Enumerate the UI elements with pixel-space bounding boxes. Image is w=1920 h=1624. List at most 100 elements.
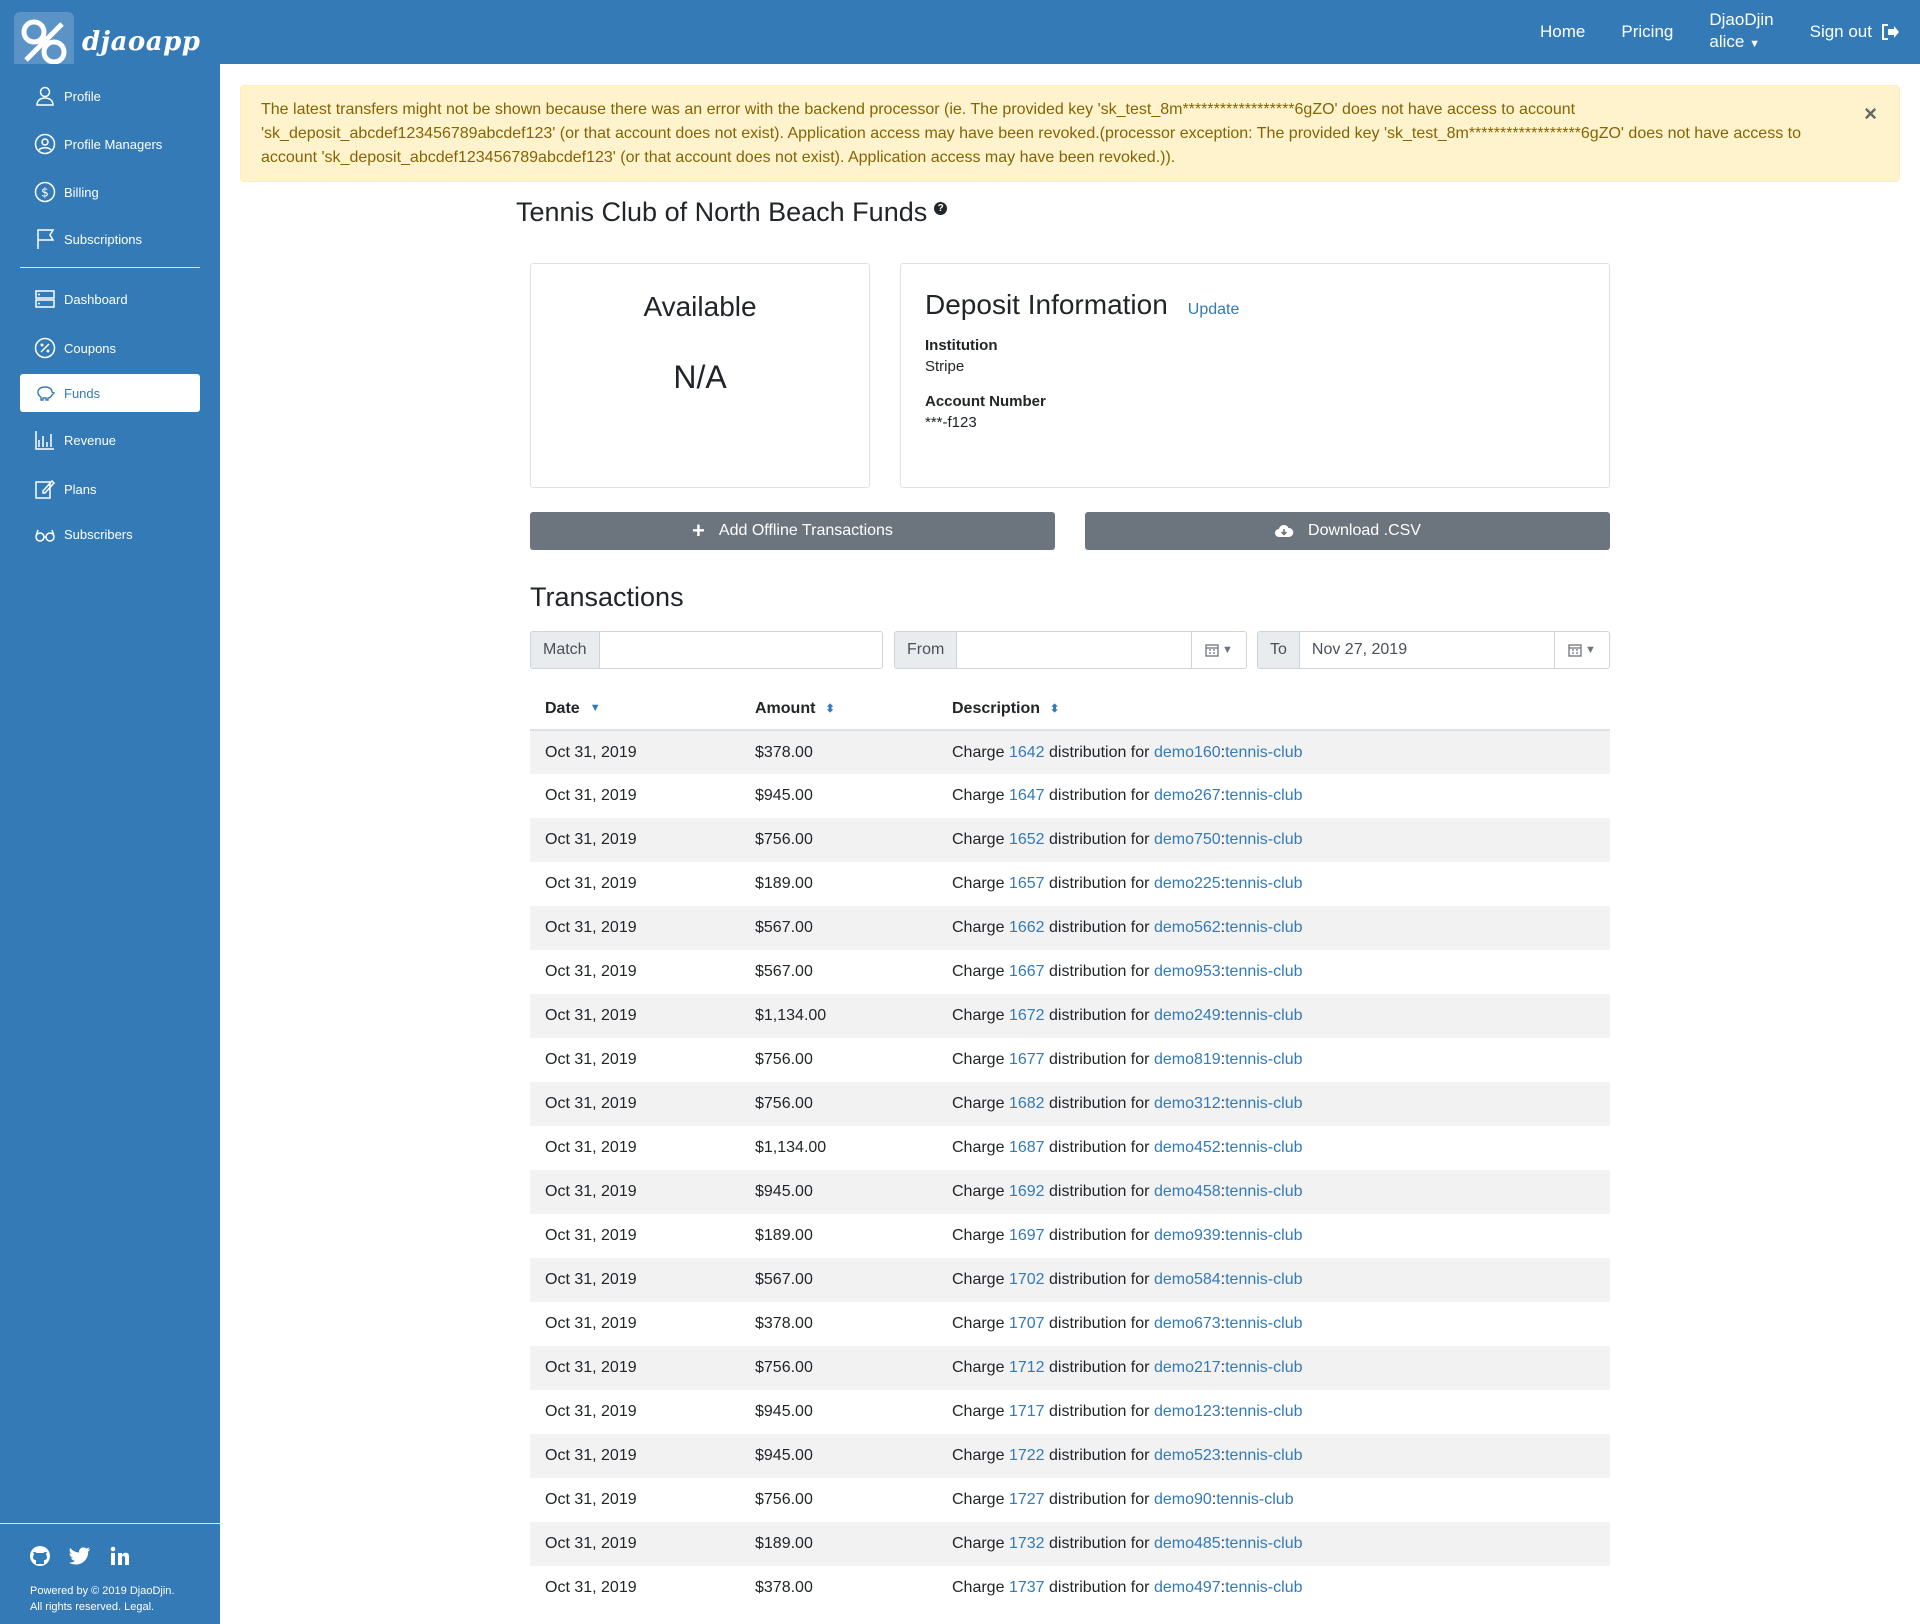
desc-prefix: Charge (952, 1579, 1005, 1596)
org-link[interactable]: tennis-club (1225, 744, 1302, 761)
question-circle-icon[interactable]: ? (934, 202, 948, 215)
org-link[interactable]: tennis-club (1225, 1095, 1302, 1112)
charge-link[interactable]: 1692 (1009, 1183, 1045, 1200)
to-calendar-button[interactable]: ▼ (1554, 632, 1609, 668)
user-link[interactable]: demo458 (1154, 1183, 1221, 1200)
sign-out-link[interactable]: Sign out (1810, 22, 1900, 42)
user-menu[interactable]: DjaoDjin alice ▼ (1709, 9, 1773, 55)
linkedin-icon[interactable] (108, 1544, 132, 1568)
brand-logo[interactable]: djaoapp (14, 12, 200, 72)
close-icon[interactable]: × (1864, 102, 1877, 126)
org-link[interactable]: tennis-club (1225, 1315, 1302, 1332)
user-link[interactable]: demo584 (1154, 1271, 1221, 1288)
transaction-date: Oct 31, 2019 (545, 1315, 637, 1332)
charge-link[interactable]: 1687 (1009, 1139, 1045, 1156)
org-link[interactable]: tennis-club (1216, 1491, 1293, 1508)
description-column-header[interactable]: Description ⬍ (937, 688, 1610, 731)
twitter-icon[interactable] (68, 1544, 92, 1568)
date-column-header[interactable]: Date ▼ (530, 688, 740, 731)
from-calendar-button[interactable]: ▼ (1191, 632, 1246, 668)
org-link[interactable]: tennis-club (1225, 919, 1302, 936)
org-link[interactable]: tennis-club (1225, 1183, 1302, 1200)
sidebar-item-dashboard[interactable]: Dashboard (20, 280, 200, 318)
update-deposit-link[interactable]: Update (1188, 301, 1240, 319)
org-link[interactable]: tennis-club (1225, 831, 1302, 848)
charge-link[interactable]: 1712 (1009, 1359, 1045, 1376)
sidebar: Profile Profile Managers $ Billing Subsc… (0, 64, 220, 1624)
charge-link[interactable]: 1677 (1009, 1051, 1045, 1068)
table-row: Oct 31, 2019 $945.00 Charge 1722 distribut… (530, 1434, 1610, 1478)
org-link[interactable]: tennis-club (1225, 1139, 1302, 1156)
charge-link[interactable]: 1717 (1009, 1403, 1045, 1420)
user-link[interactable]: demo160 (1154, 744, 1221, 761)
org-link[interactable]: tennis-club (1225, 787, 1302, 804)
user-link[interactable]: demo90 (1154, 1491, 1212, 1508)
charge-link[interactable]: 1652 (1009, 831, 1045, 848)
user-link[interactable]: demo939 (1154, 1227, 1221, 1244)
org-link[interactable]: tennis-club (1225, 1579, 1302, 1596)
org-link[interactable]: tennis-club (1225, 1271, 1302, 1288)
transaction-description: Charge 1657 distribution for demo225:ten… (937, 862, 1610, 906)
charge-link[interactable]: 1737 (1009, 1579, 1045, 1596)
org-link[interactable]: tennis-club (1225, 963, 1302, 980)
sidebar-item-coupons[interactable]: Coupons (20, 329, 200, 367)
user-link[interactable]: demo267 (1154, 787, 1221, 804)
sidebar-item-subscriptions[interactable]: Subscriptions (20, 220, 200, 258)
charge-link[interactable]: 1732 (1009, 1535, 1045, 1552)
transaction-amount: $756.00 (740, 1082, 937, 1126)
to-date-input[interactable]: Nov 27, 2019 (1299, 632, 1554, 668)
sidebar-item-profile[interactable]: Profile (20, 77, 200, 115)
match-input[interactable] (599, 632, 882, 668)
charge-link[interactable]: 1642 (1009, 744, 1045, 761)
sidebar-item-profile-managers[interactable]: Profile Managers (20, 125, 200, 163)
charge-link[interactable]: 1657 (1009, 875, 1045, 892)
nav-pricing-link[interactable]: Pricing (1621, 22, 1673, 42)
sidebar-item-plans[interactable]: Plans (20, 470, 200, 508)
org-link[interactable]: tennis-club (1225, 1051, 1302, 1068)
user-link[interactable]: demo312 (1154, 1095, 1221, 1112)
user-link[interactable]: demo819 (1154, 1051, 1221, 1068)
user-link[interactable]: demo953 (1154, 963, 1221, 980)
charge-link[interactable]: 1667 (1009, 963, 1045, 980)
user-link[interactable]: demo225 (1154, 875, 1221, 892)
amount-column-header[interactable]: Amount ⬍ (740, 688, 937, 731)
from-date-input[interactable] (957, 632, 1191, 668)
charge-link[interactable]: 1722 (1009, 1447, 1045, 1464)
charge-link[interactable]: 1697 (1009, 1227, 1045, 1244)
download-csv-button[interactable]: Download .CSV (1085, 512, 1610, 550)
user-link[interactable]: demo485 (1154, 1535, 1221, 1552)
desc-prefix: Charge (952, 1095, 1005, 1112)
user-link[interactable]: demo217 (1154, 1359, 1221, 1376)
charge-link[interactable]: 1682 (1009, 1095, 1045, 1112)
nav-home-link[interactable]: Home (1540, 22, 1585, 42)
charge-link[interactable]: 1727 (1009, 1491, 1045, 1508)
org-link[interactable]: tennis-club (1225, 875, 1302, 892)
add-offline-transactions-button[interactable]: + Add Offline Transactions (530, 512, 1055, 550)
user-link[interactable]: demo673 (1154, 1315, 1221, 1332)
user-link[interactable]: demo452 (1154, 1139, 1221, 1156)
org-link[interactable]: tennis-club (1225, 1007, 1302, 1024)
org-link[interactable]: tennis-club (1225, 1535, 1302, 1552)
org-link[interactable]: tennis-club (1225, 1227, 1302, 1244)
charge-link[interactable]: 1662 (1009, 919, 1045, 936)
user-link[interactable]: demo750 (1154, 831, 1221, 848)
user-link[interactable]: demo523 (1154, 1447, 1221, 1464)
sidebar-item-subscribers[interactable]: Subscribers (20, 515, 200, 553)
table-row: Oct 31, 2019 $945.00 Charge 1717 distribut… (530, 1390, 1610, 1434)
sidebar-item-revenue[interactable]: Revenue (20, 421, 200, 459)
charge-link[interactable]: 1647 (1009, 787, 1045, 804)
charge-link[interactable]: 1672 (1009, 1007, 1045, 1024)
org-link[interactable]: tennis-club (1225, 1359, 1302, 1376)
desc-prefix: Charge (952, 1051, 1005, 1068)
github-icon[interactable] (28, 1544, 52, 1568)
sidebar-item-billing[interactable]: $ Billing (20, 173, 200, 211)
charge-link[interactable]: 1702 (1009, 1271, 1045, 1288)
sidebar-item-funds[interactable]: Funds (20, 374, 200, 412)
user-link[interactable]: demo562 (1154, 919, 1221, 936)
org-link[interactable]: tennis-club (1225, 1447, 1302, 1464)
charge-link[interactable]: 1707 (1009, 1315, 1045, 1332)
org-link[interactable]: tennis-club (1225, 1403, 1302, 1420)
user-link[interactable]: demo123 (1154, 1403, 1221, 1420)
user-link[interactable]: demo249 (1154, 1007, 1221, 1024)
user-link[interactable]: demo497 (1154, 1579, 1221, 1596)
